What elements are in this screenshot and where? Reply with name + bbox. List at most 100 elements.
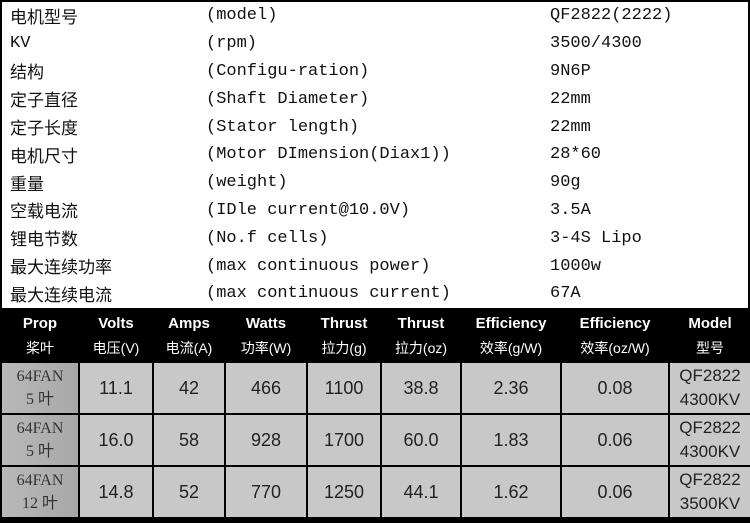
model-kv: 4300KV xyxy=(679,442,741,461)
spec-label-en: (No.f cells) xyxy=(206,228,329,248)
header-zh: 拉力(oz) xyxy=(394,339,448,356)
header-en: Thrust xyxy=(320,314,368,332)
model-cell: QF2822 4300KV xyxy=(668,413,750,467)
spec-label-zh: 电机型号 xyxy=(10,9,78,29)
column-header: Efficiency 效率(g/W) xyxy=(461,310,561,362)
table-row: 64FAN 12 叶 14.8 52 770 1250 44.1 1.62 0.06 QF2822… xyxy=(0,465,750,519)
column-header: Efficiency 效率(oz/W) xyxy=(561,310,669,362)
spec-label-zh: 定子长度 xyxy=(10,121,78,141)
spec-value: 9N6P xyxy=(550,61,591,81)
model-name: QF2822 xyxy=(679,470,741,489)
header-en: Efficiency xyxy=(475,314,547,332)
spec-label-zh: 最大连续功率 xyxy=(10,260,112,280)
spec-label-zh: 重量 xyxy=(10,176,44,196)
data-cell: 1.83 xyxy=(460,413,562,467)
header-zh: 电压(V) xyxy=(92,339,140,356)
table-row: 64FAN 5 叶 16.0 58 928 1700 60.0 1.83 0.06 QF2822 4… xyxy=(0,413,750,467)
spec-row: 空载电流 (IDle current@10.0V) 3.5A xyxy=(2,197,748,225)
spec-label-en: (model) xyxy=(206,6,278,26)
data-cell: 58 xyxy=(152,413,226,467)
spec-label-en: (Stator length) xyxy=(206,117,360,137)
spec-label-en: (IDle current@10.0V) xyxy=(206,200,411,220)
spec-value: 67A xyxy=(550,284,581,304)
spec-row: 最大连续电流 (max continuous current) 67A xyxy=(2,280,748,308)
spec-value: 3-4S Lipo xyxy=(550,228,642,248)
data-cell: 1700 xyxy=(306,413,382,467)
header-en: Watts xyxy=(245,314,287,332)
spec-label-zh: KV xyxy=(10,34,31,54)
spec-value: QF2822(2222) xyxy=(550,6,673,26)
spec-value: 3500/4300 xyxy=(550,34,642,54)
spec-label-zh: 结构 xyxy=(10,65,44,85)
spec-label-en: (weight) xyxy=(206,173,288,193)
data-cell: 44.1 xyxy=(380,465,462,519)
header-en: Thrust xyxy=(397,314,445,332)
data-cell: 0.06 xyxy=(560,465,670,519)
header-zh: 效率(oz/W) xyxy=(580,339,650,356)
column-header: Thrust 拉力(g) xyxy=(307,310,381,362)
model-cell: QF2822 3500KV xyxy=(668,465,750,519)
prop-cell: 64FAN 5 叶 xyxy=(0,361,80,415)
header-zh: 效率(g/W) xyxy=(479,339,543,356)
header-en: Prop xyxy=(22,314,58,332)
table-row: 64FAN 5 叶 11.1 42 466 1100 38.8 2.36 0.08 QF2822 4… xyxy=(0,361,750,415)
prop-name: 64FAN xyxy=(16,420,64,437)
data-cell: 16.0 xyxy=(78,413,154,467)
model-name: QF2822 xyxy=(679,366,741,385)
prop-blades: 5 叶 xyxy=(25,443,54,460)
column-header: Model 型号 xyxy=(669,310,750,362)
spec-table: 电机型号 (model) QF2822(2222) KV (rpm) 3500/4300 结… xyxy=(2,2,748,308)
data-cell: 2.36 xyxy=(460,361,562,415)
spec-label-zh: 定子直径 xyxy=(10,93,78,113)
spec-label-zh: 电机尺寸 xyxy=(10,148,78,168)
spec-label-en: (rpm) xyxy=(206,34,258,54)
model-kv: 3500KV xyxy=(679,494,741,513)
header-row: Prop 桨叶 Volts 电压(V) Amps 电流(A) Watts 功率(W) Thrus… xyxy=(1,310,750,362)
column-header: Volts 电压(V) xyxy=(79,310,153,362)
column-header: Prop 桨叶 xyxy=(1,310,79,362)
performance-table: Prop 桨叶 Volts 电压(V) Amps 电流(A) Watts 功率(W) Thrus… xyxy=(0,310,750,523)
header-zh: 型号 xyxy=(696,339,724,356)
data-cell: 14.8 xyxy=(78,465,154,519)
header-en: Amps xyxy=(168,314,210,332)
spec-value: 28*60 xyxy=(550,145,602,165)
spec-row: 锂电节数 (No.f cells) 3-4S Lipo xyxy=(2,224,748,252)
prop-name: 64FAN xyxy=(16,472,64,489)
data-cell: 1250 xyxy=(306,465,382,519)
spec-label-en: (Shaft Diameter) xyxy=(206,89,370,109)
spec-row: 电机型号 (model) QF2822(2222) xyxy=(2,2,748,30)
spec-value: 3.5A xyxy=(550,200,591,220)
model-kv: 4300KV xyxy=(679,390,741,409)
spec-label-zh: 最大连续电流 xyxy=(10,287,112,307)
data-cell: 0.06 xyxy=(560,413,670,467)
spec-label-en: (Configu-ration) xyxy=(206,61,370,81)
header-zh: 电流(A) xyxy=(165,339,213,356)
prop-name: 64FAN xyxy=(16,368,64,385)
data-cell: 928 xyxy=(224,413,308,467)
spec-row: 重量 (weight) 90g xyxy=(2,169,748,197)
header-en: Efficiency xyxy=(579,314,651,332)
spec-row: 电机尺寸 (Motor DImension(Diax1)) 28*60 xyxy=(2,141,748,169)
prop-blades: 5 叶 xyxy=(25,391,54,408)
spec-label-en: (Motor DImension(Diax1)) xyxy=(206,145,451,165)
data-cell: 1100 xyxy=(306,361,382,415)
spec-label-en: (max continuous current) xyxy=(206,284,451,304)
data-cell: 770 xyxy=(224,465,308,519)
data-cell: 52 xyxy=(152,465,226,519)
spec-label-zh: 锂电节数 xyxy=(10,232,78,252)
spec-row: 定子长度 (Stator length) 22mm xyxy=(2,113,748,141)
column-header: Thrust 拉力(oz) xyxy=(381,310,461,362)
data-cell: 0.08 xyxy=(560,361,670,415)
column-header: Amps 电流(A) xyxy=(153,310,225,362)
spec-row: 定子直径 (Shaft Diameter) 22mm xyxy=(2,85,748,113)
data-cell: 1.62 xyxy=(460,465,562,519)
spec-label-en: (max continuous power) xyxy=(206,256,431,276)
spec-row: 最大连续功率 (max continuous power) 1000w xyxy=(2,252,748,280)
data-cell: 42 xyxy=(152,361,226,415)
prop-blades: 12 叶 xyxy=(21,495,58,512)
header-zh: 拉力(g) xyxy=(321,339,367,356)
spec-value: 22mm xyxy=(550,89,591,109)
prop-cell: 64FAN 12 叶 xyxy=(0,465,80,519)
spec-value: 22mm xyxy=(550,117,591,137)
header-en: Model xyxy=(688,314,732,332)
